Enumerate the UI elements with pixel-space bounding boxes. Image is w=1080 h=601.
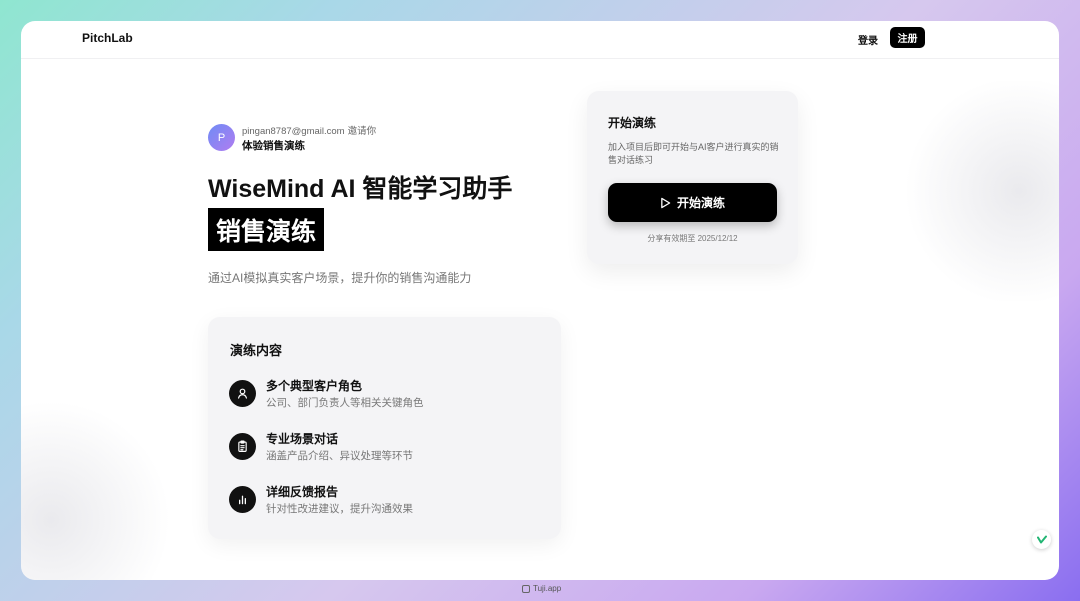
- invite-line: pingan8787@gmail.com 邀请你: [242, 123, 379, 137]
- feature-title: 多个典型客户角色: [266, 379, 363, 393]
- start-button-label: 开始演练: [676, 196, 725, 210]
- practice-content-card: 演练内容 多个典型客户角色 公司、部门负责人等相关关键角色 专业场景对话 涵盖产…: [208, 317, 561, 539]
- share-expiry: 分享有效期至 2025/12/12: [647, 234, 738, 243]
- app-window: PitchLab 登录 注册 P pingan8787@gmail.com 邀请你…: [21, 21, 1059, 580]
- feature-title: 详细反馈报告: [266, 485, 339, 499]
- start-card-title: 开始演练: [608, 116, 657, 130]
- watermark-icon: [522, 584, 530, 593]
- user-icon: [229, 380, 256, 407]
- start-card-desc: 加入项目后即可开始与AI客户进行真实的销售对话练习: [608, 142, 779, 165]
- avatar: P: [208, 124, 235, 151]
- feature-title: 专业场景对话: [266, 432, 339, 446]
- start-practice-card: 开始演练 加入项目后即可开始与AI客户进行真实的销售对话练习 开始演练 分享有效…: [587, 91, 798, 264]
- login-link[interactable]: 登录: [858, 32, 878, 47]
- feature-desc: 涵盖产品介绍、异议处理等环节: [266, 450, 413, 462]
- bar-chart-icon: [229, 486, 256, 513]
- corner-brand-icon[interactable]: [1032, 530, 1051, 549]
- clipboard-icon: [229, 433, 256, 460]
- play-icon: [661, 197, 671, 208]
- card-title: 演练内容: [230, 343, 283, 358]
- inviter-email: pingan8787@gmail.com: [242, 126, 345, 137]
- brand-logo[interactable]: PitchLab: [82, 31, 133, 45]
- feature-desc: 针对性改进建议，提升沟通效果: [266, 503, 413, 515]
- start-practice-button[interactable]: 开始演练: [608, 183, 777, 222]
- watermark: Tuji.app: [522, 584, 561, 593]
- invite-text: 邀请你: [347, 126, 377, 137]
- hero-subtitle: 通过AI模拟真实客户场景，提升你的销售沟通能力: [208, 271, 472, 285]
- invite-subtitle: 体验销售演练: [242, 140, 305, 152]
- page-title: WiseMind AI 智能学习助手: [208, 175, 513, 203]
- watermark-text: Tuji.app: [533, 584, 562, 593]
- top-navbar: PitchLab 登录 注册: [21, 21, 1059, 59]
- highlight-title: 销售演练: [208, 208, 325, 251]
- register-button[interactable]: 注册: [890, 27, 925, 48]
- feature-desc: 公司、部门负责人等相关关键角色: [266, 397, 424, 409]
